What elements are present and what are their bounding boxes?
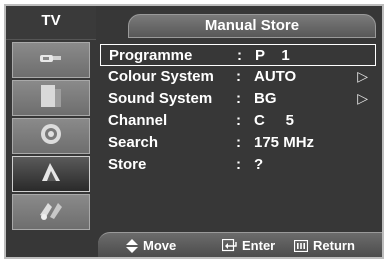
sidebar-title: TV: [6, 6, 96, 40]
submenu-arrow-icon: ▷: [357, 68, 368, 84]
enter-label: Enter: [242, 238, 276, 253]
row-label: Search: [108, 134, 159, 151]
enter-hint: Enter: [222, 238, 275, 253]
row-separator: :: [236, 68, 241, 85]
sidebar-item-sound[interactable]: [12, 118, 90, 154]
return-icon: [294, 239, 308, 252]
row-label: Sound System: [108, 90, 213, 107]
sidebar: TV: [6, 6, 96, 257]
move-hint: Move: [126, 238, 176, 253]
row-store[interactable]: Store : ?: [100, 154, 376, 176]
row-value: P 1: [255, 47, 290, 64]
row-value: 175 MHz: [254, 134, 315, 151]
setup-icon: [36, 197, 66, 228]
row-colour-system[interactable]: Colour System : AUTO ▷: [100, 66, 376, 88]
row-separator: :: [236, 90, 241, 107]
row-label: Programme: [109, 47, 193, 64]
button-hints-bar: Move Enter Return: [98, 232, 382, 257]
sidebar-item-picture[interactable]: [12, 80, 90, 116]
return-label: Return: [313, 238, 355, 253]
updown-arrow-icon: [126, 238, 138, 253]
picture-icon: [38, 82, 64, 115]
row-separator: :: [237, 47, 242, 64]
row-label: Colour System: [108, 68, 214, 85]
row-separator: :: [236, 134, 241, 151]
row-value: ?: [254, 156, 264, 173]
enter-icon: [222, 239, 237, 252]
move-label: Move: [143, 238, 177, 253]
sidebar-items: [12, 42, 90, 232]
channel-icon: [38, 159, 64, 190]
row-separator: :: [236, 112, 241, 129]
settings-list: Programme : P 1 Colour System : AUTO ▷ S…: [98, 44, 380, 176]
row-label: Channel: [108, 112, 168, 129]
sound-icon: [38, 121, 64, 152]
submenu-arrow-icon: ▷: [357, 90, 368, 106]
sidebar-item-input[interactable]: [12, 42, 90, 78]
tv-osd: TV Manual Store Programme: P 1 Colour S…: [0, 0, 388, 263]
row-programme[interactable]: Programme : P 1: [100, 44, 376, 66]
sidebar-item-setup[interactable]: [12, 194, 90, 230]
sidebar-item-channel[interactable]: [12, 156, 90, 192]
menu-frame: TV Manual Store Programme: P 1 Colour S…: [4, 4, 384, 259]
row-search[interactable]: Search : 175 MHz: [100, 132, 376, 154]
row-value: AUTO: [254, 68, 297, 85]
row-value: BG: [254, 90, 277, 107]
return-hint: Return: [294, 238, 355, 253]
row-separator: :: [236, 156, 241, 173]
page-title: Manual Store: [128, 14, 376, 38]
main-panel: Manual Store Programme : P 1 Colour Syst…: [98, 6, 382, 257]
row-value: C 5: [254, 112, 295, 129]
row-label: Store: [108, 156, 147, 173]
row-channel[interactable]: Channel : C 5: [100, 110, 376, 132]
antenna-icon: [38, 50, 64, 71]
row-sound-system[interactable]: Sound System : BG ▷: [100, 88, 376, 110]
